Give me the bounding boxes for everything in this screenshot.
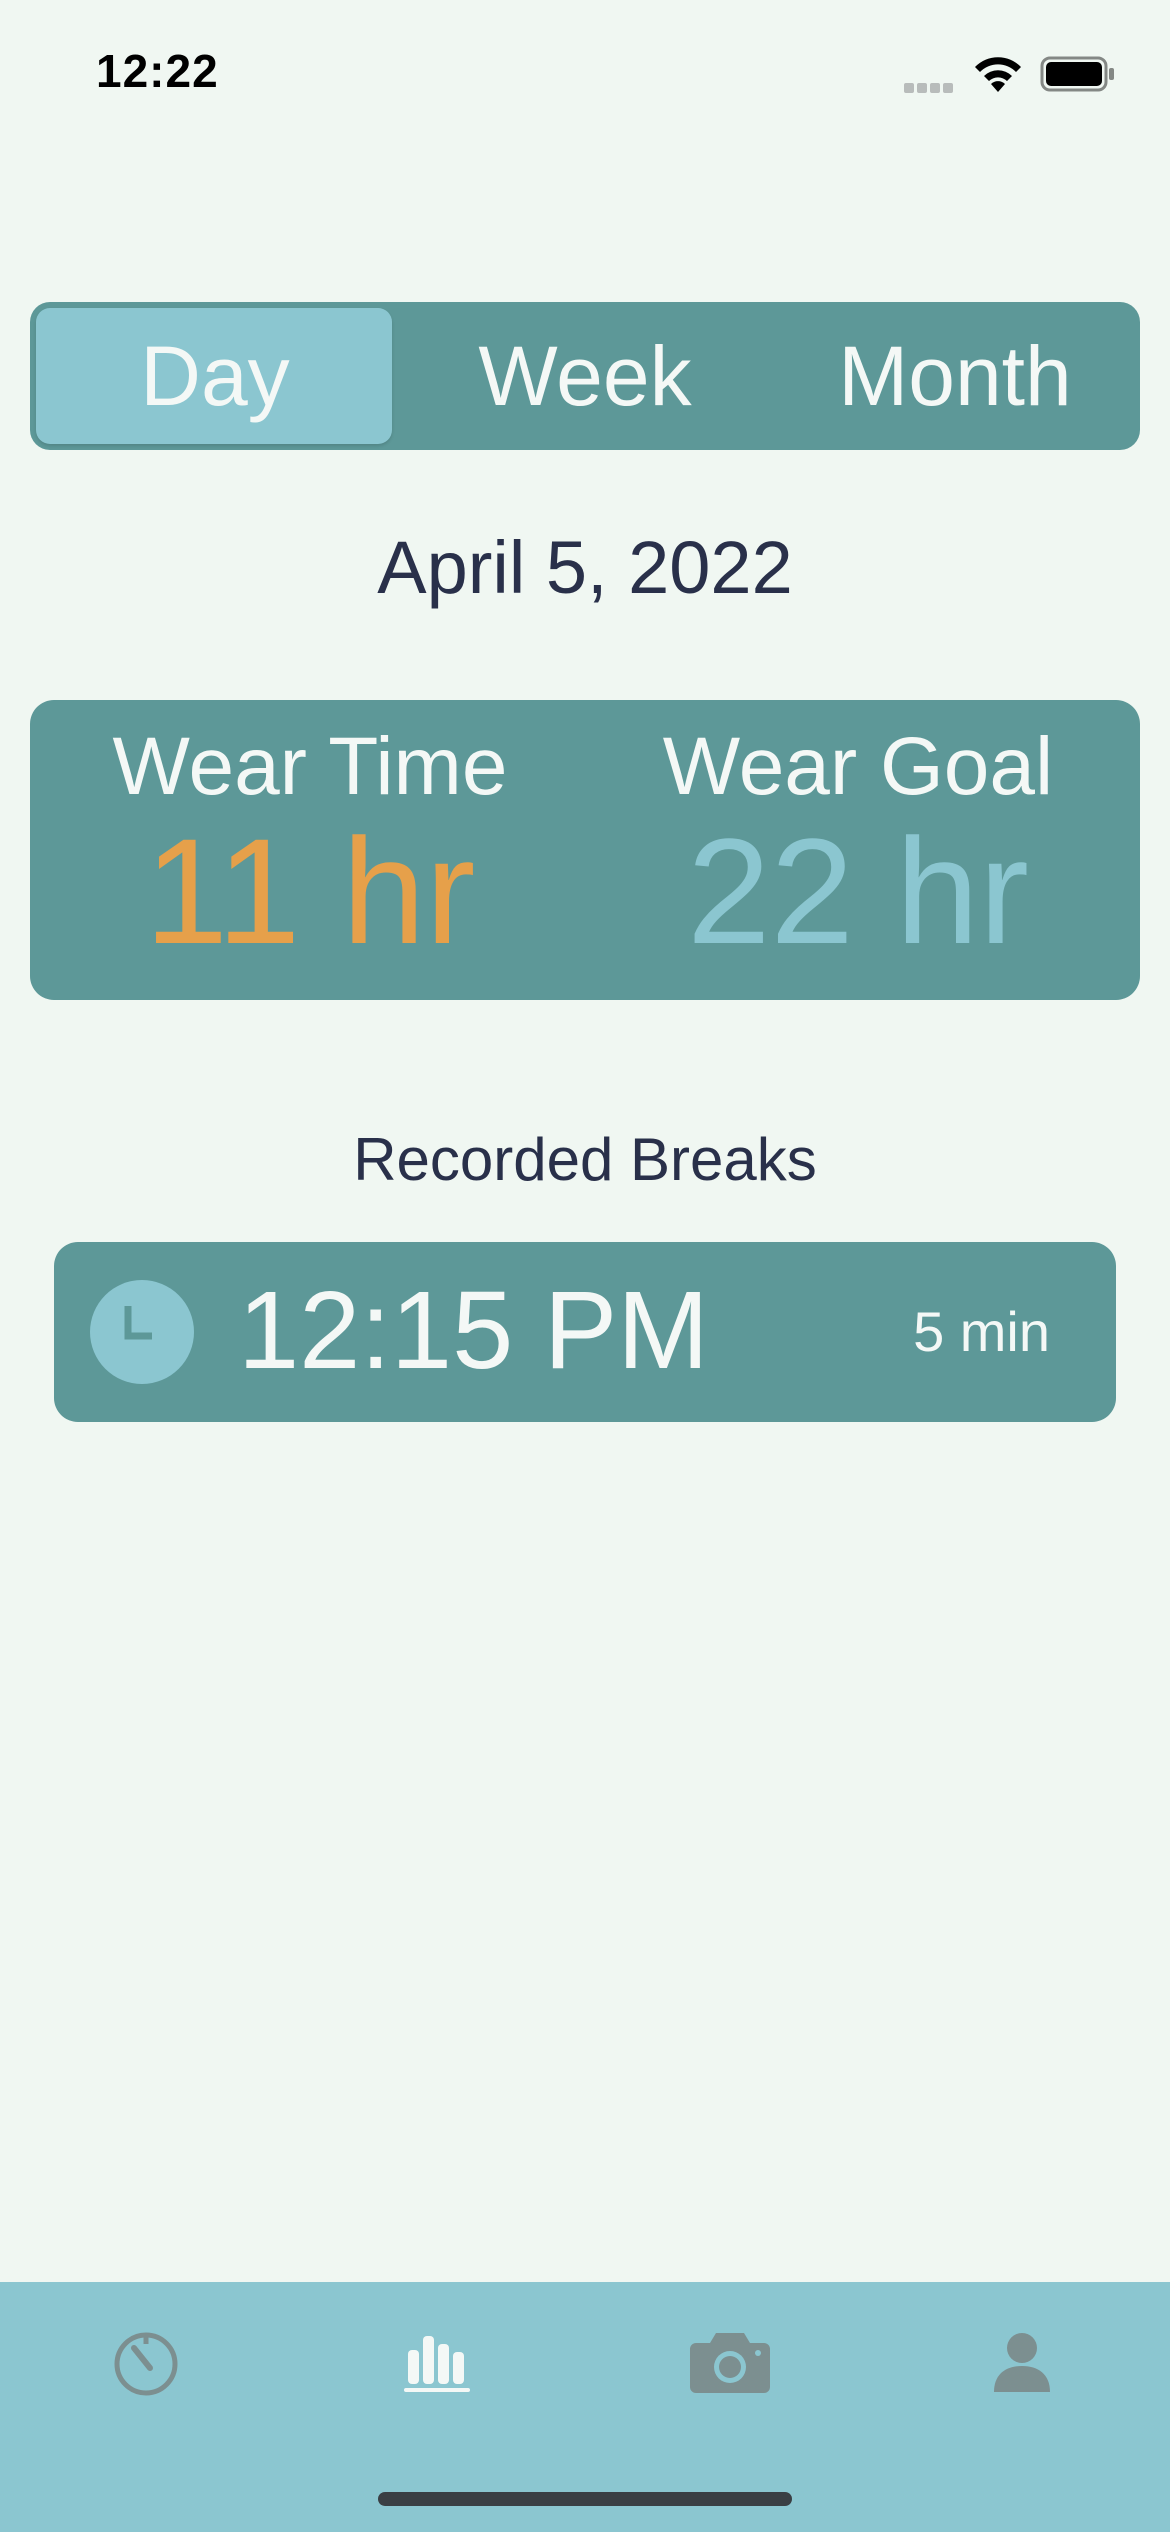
- tab-timer[interactable]: [0, 2282, 292, 2442]
- period-segmented-control: Day Week Month: [30, 302, 1140, 450]
- cellular-signal-icon: [904, 80, 960, 93]
- status-time: 12:22: [96, 45, 219, 97]
- wear-goal-label: Wear Goal: [662, 721, 1054, 812]
- recorded-breaks-title: Recorded Breaks: [353, 1126, 817, 1193]
- segment-day[interactable]: Day: [30, 302, 400, 450]
- segment-month[interactable]: Month: [770, 302, 1140, 450]
- tab-stats[interactable]: [292, 2282, 584, 2442]
- wifi-icon: [975, 57, 1021, 92]
- clock-icon: [90, 1280, 194, 1384]
- segment-week[interactable]: Week: [400, 302, 770, 450]
- wear-goal-value: 22 hr: [687, 807, 1029, 976]
- wear-stats-card: Wear Time 11 hr Wear Goal 22 hr: [30, 700, 1140, 1000]
- camera-icon: [690, 2333, 770, 2393]
- stats-icon: [404, 2336, 470, 2392]
- wear-goal-stat: Wear Goal 22 hr: [598, 720, 1118, 966]
- break-duration: 5 min: [913, 1300, 1050, 1363]
- home-indicator[interactable]: [378, 2492, 792, 2506]
- battery-icon: [1040, 56, 1114, 92]
- wear-time-stat: Wear Time 11 hr: [50, 720, 570, 966]
- break-time: 12:15 PM: [238, 1269, 709, 1392]
- break-list-item[interactable]: 12:15 PM 5 min: [54, 1242, 1116, 1422]
- wear-time-label: Wear Time: [112, 721, 508, 812]
- timer-icon: [114, 2332, 178, 2396]
- tab-camera[interactable]: [584, 2282, 876, 2442]
- profile-icon: [994, 2333, 1050, 2392]
- tab-profile[interactable]: [876, 2282, 1168, 2442]
- date-label: April 5, 2022: [377, 526, 793, 609]
- wear-time-value: 11 hr: [144, 807, 476, 976]
- status-bar: 12:22: [0, 0, 1170, 150]
- screen: 12:22 Day Week Month April 5, 2022 Wear …: [0, 0, 1170, 2532]
